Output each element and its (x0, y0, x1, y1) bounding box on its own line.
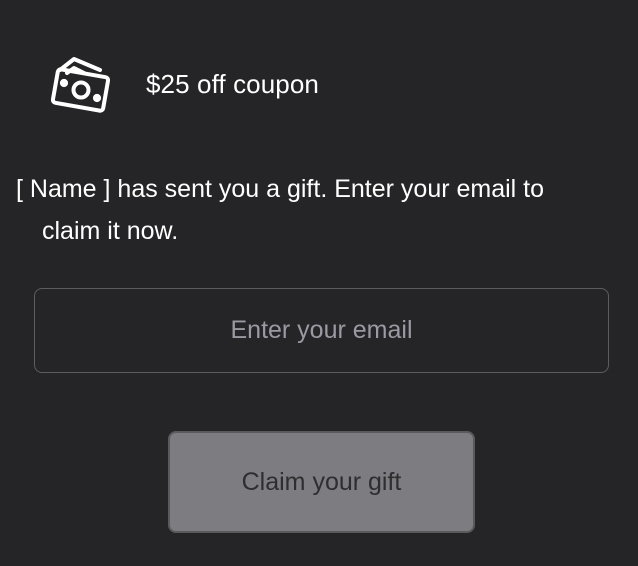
gift-message-line-2: claim it now. (42, 217, 179, 245)
money-bills-icon (50, 57, 111, 113)
gift-message: [ Name ] has sent you a gift. Enter your… (16, 168, 616, 252)
gift-message-line-1: [ Name ] has sent you a gift. Enter your… (16, 175, 545, 203)
claim-gift-button[interactable]: Claim your gift (168, 431, 475, 533)
coupon-header (50, 56, 112, 114)
gift-claim-card: $25 off coupon [ Name ] has sent you a g… (0, 0, 638, 566)
email-input[interactable] (34, 288, 609, 373)
coupon-title: $25 off coupon (146, 69, 319, 99)
